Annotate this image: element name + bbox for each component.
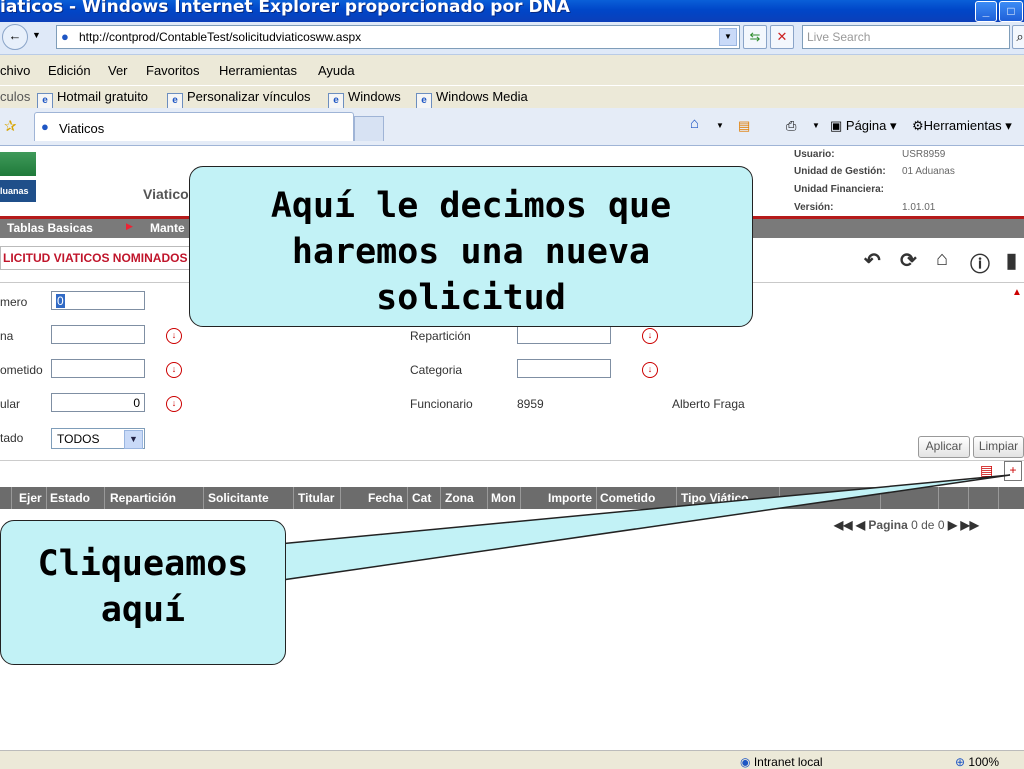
zone-status: ◉ Intranet local	[740, 755, 823, 769]
status-bar: ◉ Intranet local ⊕ 100%	[0, 750, 1024, 769]
zoom-icon: ⊕	[955, 755, 966, 769]
globe-icon: ◉	[740, 755, 751, 769]
callout-new-request: Aquí le decimos que haremos una nueva so…	[189, 166, 753, 327]
zoom-level[interactable]: ⊕ 100%	[955, 755, 999, 769]
callout-click-here: Cliqueamos aquí	[0, 520, 286, 665]
